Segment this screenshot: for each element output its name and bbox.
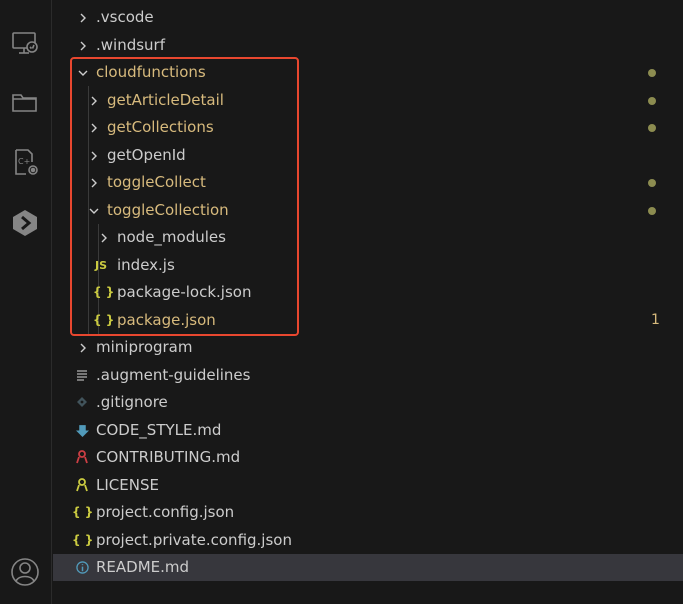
tree-item-label: getCollections [107, 118, 214, 136]
javascript-file-icon: JS [94, 259, 107, 272]
chevron-right-icon [88, 95, 100, 107]
tree-item-label: .augment-guidelines [96, 366, 251, 384]
tree-item-cloudfunctions[interactable]: cloudfunctions [53, 59, 683, 86]
tree-item-label: CONTRIBUTING.md [96, 448, 241, 466]
modified-dot [648, 124, 656, 132]
git-file-icon [74, 389, 90, 416]
chevron-down-icon [77, 67, 89, 79]
tree-item-index-js[interactable]: JS index.js [53, 252, 683, 279]
tree-item-label: .windsurf [96, 36, 166, 54]
explorer-tree: .vscode .windsurf cloudfunctions getArti… [53, 0, 683, 604]
modified-dot [648, 97, 656, 105]
tree-item-getcollections[interactable]: getCollections [53, 114, 683, 141]
chevron-down-icon [88, 205, 100, 217]
json-file-icon: { } [93, 285, 115, 299]
deploy-icon[interactable] [10, 208, 40, 238]
tree-item-label: getOpenId [107, 146, 186, 164]
tree-item-label: index.js [117, 256, 175, 274]
json-file-icon: { } [72, 533, 94, 547]
tree-item-label: miniprogram [96, 338, 193, 356]
chevron-right-icon [77, 342, 89, 354]
chevron-right-icon [88, 150, 100, 162]
modified-dot [648, 69, 656, 77]
json-file-icon: { } [72, 505, 94, 519]
extensions-remote-icon[interactable]: C+ [10, 147, 40, 177]
tree-item-label: CODE_STYLE.md [96, 421, 222, 439]
tree-item-label: project.config.json [96, 503, 235, 521]
info-icon [74, 554, 90, 581]
svg-text:C+: C+ [18, 157, 30, 166]
chevron-right-icon [88, 177, 100, 189]
json-file-icon: { } [93, 313, 115, 327]
tree-item-readme-md[interactable]: README.md [53, 554, 683, 581]
tree-item-license[interactable]: LICENSE [53, 472, 683, 499]
tree-item-getarticledetail[interactable]: getArticleDetail [53, 87, 683, 114]
chevron-right-icon [98, 232, 110, 244]
text-file-icon [74, 362, 90, 389]
tree-item-miniprogram[interactable]: miniprogram [53, 334, 683, 361]
problem-count-badge: 1 [651, 312, 660, 328]
modified-dot [648, 207, 656, 215]
tree-item-label: .gitignore [96, 393, 168, 411]
explorer-files-icon[interactable] [10, 87, 40, 117]
tree-item-gitignore[interactable]: .gitignore [53, 389, 683, 416]
account-icon[interactable] [10, 557, 40, 587]
tree-item-label: toggleCollection [107, 201, 229, 219]
tree-item-windsurf[interactable]: .windsurf [53, 32, 683, 59]
tree-item-project-private-config-json[interactable]: { } project.private.config.json [53, 527, 683, 554]
tree-item-augment-guidelines[interactable]: .augment-guidelines [53, 362, 683, 389]
tree-item-label: cloudfunctions [96, 63, 206, 81]
tree-item-togglecollection[interactable]: toggleCollection [53, 197, 683, 224]
chevron-right-icon [77, 40, 89, 52]
tree-item-label: toggleCollect [107, 173, 206, 191]
tree-item-togglecollect[interactable]: toggleCollect [53, 169, 683, 196]
tree-item-label: getArticleDetail [107, 91, 224, 109]
chevron-right-icon [77, 12, 89, 24]
tree-item-vscode[interactable]: .vscode [53, 4, 683, 31]
activity-bar: C+ [0, 0, 52, 604]
tree-item-project-config-json[interactable]: { } project.config.json [53, 499, 683, 526]
tree-item-node-modules[interactable]: node_modules [53, 224, 683, 251]
chevron-right-icon [88, 122, 100, 134]
tree-item-label: project.private.config.json [96, 531, 292, 549]
tree-item-package-json[interactable]: { } package.json 1 [53, 307, 683, 334]
tree-item-label: README.md [96, 558, 190, 576]
tree-item-getopenid[interactable]: getOpenId [53, 142, 683, 169]
markdown-download-icon [74, 417, 90, 444]
tree-item-code-style-md[interactable]: CODE_STYLE.md [53, 417, 683, 444]
contributing-file-icon [74, 444, 90, 471]
modified-dot [648, 179, 656, 187]
tree-item-label: node_modules [117, 228, 226, 246]
tree-item-package-lock-json[interactable]: { } package-lock.json [53, 279, 683, 306]
tree-item-label: package-lock.json [117, 283, 252, 301]
remote-explorer-icon[interactable] [10, 28, 40, 58]
tree-item-label: LICENSE [96, 476, 159, 494]
tree-item-label: .vscode [96, 8, 154, 26]
tree-item-label: package.json [117, 311, 216, 329]
license-file-icon [74, 472, 90, 499]
tree-item-contributing-md[interactable]: CONTRIBUTING.md [53, 444, 683, 471]
